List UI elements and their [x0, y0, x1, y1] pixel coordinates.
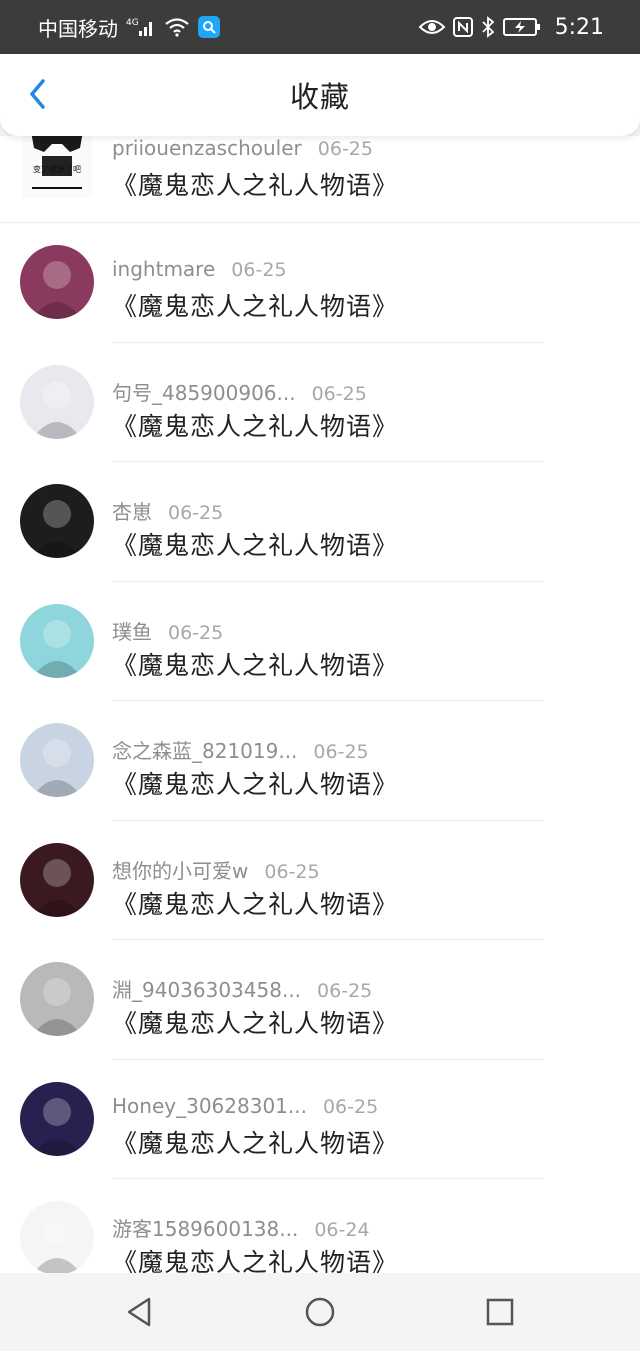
- list-item[interactable]: Honey_30628301... 06-25 《魔鬼恋人之礼人物语》: [0, 1060, 640, 1179]
- network-label: 4G: [126, 18, 139, 28]
- list-item[interactable]: 游客1589600138... 06-24 《魔鬼恋人之礼人物语》: [0, 1179, 640, 1273]
- list-item[interactable]: 璞鱼 06-25 《魔鬼恋人之礼人物语》: [0, 582, 640, 701]
- carrier-label: 中国移动: [38, 16, 118, 41]
- date: 06-25: [168, 621, 224, 644]
- back-button[interactable]: [18, 74, 58, 114]
- username: 淵_94036303458...: [112, 978, 302, 1002]
- username: 念之森蓝_821019...: [112, 739, 298, 763]
- search-app-icon: [198, 16, 220, 38]
- battery-icon: [502, 17, 541, 37]
- circle-home-icon: [305, 1297, 335, 1327]
- avatar: [20, 364, 94, 439]
- nav-back-button[interactable]: [110, 1282, 170, 1342]
- chevron-left-icon: [30, 79, 45, 109]
- square-recents-icon: [486, 1298, 514, 1326]
- post-title: 《魔鬼恋人之礼人物语》: [112, 889, 399, 919]
- eye-icon: [418, 18, 445, 36]
- date: 06-24: [314, 1219, 370, 1241]
- post-title: 《魔鬼恋人之礼人物语》: [112, 1128, 399, 1158]
- nav-recents-button[interactable]: [470, 1282, 530, 1342]
- post-title: 《魔鬼恋人之礼人物语》: [112, 650, 399, 680]
- bluetooth-icon: [481, 16, 495, 38]
- post-title: 《魔鬼恋人之礼人物语》: [112, 171, 399, 200]
- avatar: [20, 842, 94, 917]
- post-title: 《魔鬼恋人之礼人物语》: [112, 770, 399, 799]
- system-nav-bar: [0, 1273, 640, 1351]
- avatar: [20, 1201, 94, 1273]
- wifi-icon: [164, 17, 190, 37]
- avatar: [20, 245, 94, 319]
- date: 06-25: [322, 1095, 379, 1118]
- list-item[interactable]: 想你的小可爱w 06-25 《魔鬼恋人之礼人物语》: [0, 821, 640, 940]
- list-item[interactable]: 句号_485900906... 06-25 《魔鬼恋人之礼人物语》: [0, 343, 640, 462]
- username: 句号_485900906...: [112, 380, 296, 405]
- username: priiouenzaschouler: [112, 136, 302, 160]
- avatar-caption: 变了就算了吧: [33, 164, 81, 174]
- post-title: 《魔鬼恋人之礼人物语》: [112, 411, 399, 441]
- nfc-icon: [452, 17, 473, 37]
- username: 璞鱼: [112, 619, 152, 644]
- username: 游客1589600138...: [112, 1217, 299, 1241]
- post-title: 《魔鬼恋人之礼人物语》: [112, 531, 399, 560]
- date: 06-25: [311, 382, 367, 405]
- list-item[interactable]: 念之森蓝_821019... 06-25 《魔鬼恋人之礼人物语》: [0, 701, 640, 821]
- post-title: 《魔鬼恋人之礼人物语》: [112, 292, 399, 321]
- avatar: [20, 1081, 94, 1156]
- username: inghtmare: [112, 257, 216, 281]
- status-bar: 中国移动 4G 5:21: [0, 0, 640, 54]
- signal-icon: 4G: [126, 17, 156, 37]
- post-title: 《魔鬼恋人之礼人物语》: [112, 1009, 399, 1038]
- nav-home-button[interactable]: [290, 1282, 350, 1342]
- avatar: [20, 962, 94, 1036]
- date: 06-25: [317, 138, 373, 160]
- app-header: 收藏: [0, 54, 640, 136]
- username: 想你的小可爱w: [112, 858, 249, 883]
- list-item[interactable]: 淵_94036303458... 06-25 《魔鬼恋人之礼人物语》: [0, 940, 640, 1060]
- date: 06-25: [317, 980, 373, 1002]
- page-title: 收藏: [289, 80, 350, 114]
- date: 06-25: [168, 502, 224, 524]
- username: Honey_30628301...: [112, 1093, 307, 1118]
- date: 06-25: [264, 860, 320, 883]
- post-title: 《魔鬼恋人之礼人物语》: [112, 1248, 399, 1273]
- favorites-list: 变了就算了吧 priiouenzaschouler 06-25 《魔鬼恋人之礼人…: [0, 136, 640, 1273]
- list-item[interactable]: 变了就算了吧 priiouenzaschouler 06-25 《魔鬼恋人之礼人…: [0, 136, 640, 223]
- avatar: [20, 723, 94, 797]
- list-item[interactable]: 杏崽 06-25 《魔鬼恋人之礼人物语》: [0, 462, 640, 582]
- avatar: [20, 603, 94, 678]
- date: 06-25: [231, 259, 287, 281]
- list-item[interactable]: inghtmare 06-25 《魔鬼恋人之礼人物语》: [0, 223, 640, 343]
- triangle-back-icon: [127, 1297, 151, 1327]
- username: 杏崽: [112, 500, 152, 524]
- clock: 5:21: [554, 14, 604, 40]
- date: 06-25: [313, 741, 369, 763]
- avatar: [20, 484, 94, 558]
- avatar: 变了就算了吧: [22, 136, 92, 198]
